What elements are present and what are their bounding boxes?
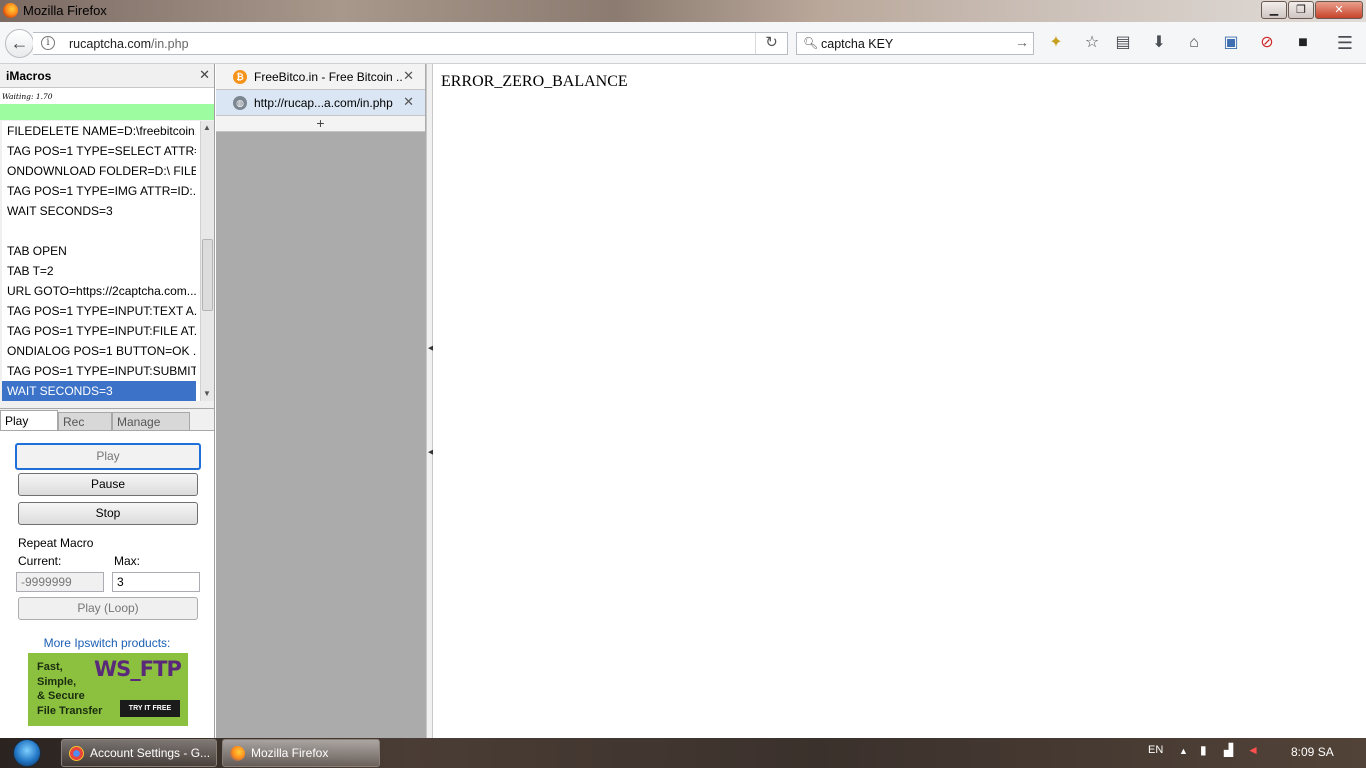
tab-play[interactable]: Play — [0, 410, 58, 431]
repeat-macro-label: Repeat Macro — [18, 536, 94, 550]
imacros-title: iMacros — [6, 69, 52, 83]
search-bar[interactable]: 🔍︎ captcha KEY → — [796, 32, 1034, 55]
url-text[interactable]: rucaptcha.com/in.php — [69, 37, 189, 51]
chrome-icon — [69, 746, 84, 761]
tab-freebitcoin[interactable]: ₿ FreeBitco.in - Free Bitcoin ... ✕ — [216, 64, 425, 90]
reading-list-icon[interactable]: ▤ — [1113, 33, 1133, 53]
maximize-button[interactable]: ❐ — [1288, 1, 1314, 19]
macro-line[interactable]: TAG POS=1 TYPE=IMG ATTR=ID:... — [2, 181, 196, 201]
tab-manage[interactable]: Manage — [112, 412, 190, 431]
ad-brand-logo: WS_FTP — [94, 657, 182, 681]
imacros-header: iMacros ✕ — [0, 64, 214, 88]
back-button[interactable]: ← — [5, 29, 34, 58]
volume-muted-icon[interactable]: ◄ — [1247, 743, 1259, 757]
window-title: Mozilla Firefox — [23, 3, 107, 18]
show-hidden-icons[interactable]: ▲ — [1179, 746, 1188, 756]
macro-line[interactable]: TAG POS=1 TYPE=INPUT:SUBMIT... — [2, 361, 196, 381]
tab-label: http://rucap...a.com/in.php — [254, 96, 393, 110]
home-icon[interactable]: ⌂ — [1184, 33, 1204, 53]
macro-line[interactable]: TAB T=2 — [2, 261, 196, 281]
imacros-sidebar: iMacros ✕ Waiting: 1.70 FILEDELETE NAME=… — [0, 64, 215, 738]
taskbar-chrome[interactable]: Account Settings - G... — [61, 739, 217, 767]
error-message: ERROR_ZERO_BALANCE — [441, 73, 628, 90]
bitcoin-icon: ₿ — [233, 70, 247, 84]
ad-tagline: Fast, Simple, & Secure File Transfer — [37, 661, 103, 717]
tab-rec[interactable]: Rec — [58, 412, 112, 431]
macro-line[interactable]: TAG POS=1 TYPE=INPUT:FILE AT... — [2, 321, 196, 341]
taskbar-firefox[interactable]: Mozilla Firefox — [222, 739, 380, 767]
macro-line[interactable] — [2, 221, 196, 241]
macro-code-list[interactable]: FILEDELETE NAME=D:\freebitcoin... TAG POS… — [2, 121, 200, 401]
tab-groups-icon[interactable]: ■ — [1293, 33, 1313, 53]
progress-bar — [0, 104, 214, 120]
close-tab-icon[interactable]: ✕ — [403, 68, 414, 84]
close-sidebar-icon[interactable]: ✕ — [199, 67, 210, 83]
taskbar-firefox-label: Mozilla Firefox — [251, 746, 329, 760]
menu-icon[interactable]: ☰ — [1335, 33, 1355, 53]
taskbar-chrome-label: Account Settings - G... — [90, 746, 211, 760]
title-bar: Mozilla Firefox ▁ ❐ ✕ — [0, 0, 1366, 22]
scroll-down-icon[interactable]: ▼ — [203, 389, 211, 398]
back-icon: ← — [10, 33, 29, 53]
pause-button[interactable]: Pause — [18, 473, 198, 496]
scroll-thumb[interactable] — [202, 239, 213, 311]
macro-scrollbar[interactable]: ▲ ▼ — [200, 121, 214, 401]
minimize-button[interactable]: ▁ — [1261, 1, 1287, 19]
url-path: /in.php — [150, 37, 189, 51]
macro-line[interactable]: WAIT SECONDS=3 — [2, 381, 196, 401]
download-icon[interactable]: ⬇ — [1149, 33, 1169, 53]
ws-ftp-ad-banner[interactable]: Fast, Simple, & Secure File Transfer WS_… — [28, 653, 188, 726]
go-icon[interactable]: → — [1015, 34, 1029, 50]
info-icon[interactable]: i — [41, 36, 55, 50]
windows-logo-icon — [13, 739, 41, 767]
macro-line[interactable]: URL GOTO=https://2captcha.com... — [2, 281, 196, 301]
navigation-toolbar: ← i rucaptcha.com/in.php ↻ 🔍︎ captcha KE… — [0, 22, 1366, 64]
close-tab-icon[interactable]: ✕ — [403, 94, 414, 110]
tab-sidebar: ₿ FreeBitco.in - Free Bitcoin ... ✕ ◍ ht… — [216, 64, 426, 738]
blocked-icon[interactable]: ⊘ — [1257, 33, 1277, 53]
more-products-link[interactable]: More Ipswitch products: — [0, 636, 214, 650]
try-it-free-button[interactable]: TRY IT FREE — [120, 700, 180, 717]
url-host: rucaptcha.com — [69, 37, 151, 51]
screenshot-icon[interactable]: ▣ — [1221, 33, 1241, 53]
macro-line[interactable]: ONDOWNLOAD FOLDER=D:\ FILE... — [2, 161, 196, 181]
play-button[interactable]: Play — [15, 443, 201, 470]
tab-label: FreeBitco.in - Free Bitcoin ... — [254, 70, 402, 84]
play-loop-button[interactable]: Play (Loop) — [18, 597, 198, 620]
macro-line[interactable]: TAB OPEN — [2, 241, 196, 261]
network-icon[interactable]: ▟ — [1224, 743, 1233, 757]
close-button[interactable]: ✕ — [1315, 1, 1363, 19]
waiting-status: Waiting: 1.70 — [0, 88, 214, 104]
windows-taskbar: Account Settings - G... Mozilla Firefox … — [0, 738, 1366, 768]
stop-button[interactable]: Stop — [18, 502, 198, 525]
page-content: ERROR_ZERO_BALANCE — [433, 64, 1366, 738]
imacros-tabs: Play Rec Manage — [0, 408, 215, 431]
macro-line[interactable]: FILEDELETE NAME=D:\freebitcoin... — [2, 121, 196, 141]
firefox-logo-icon — [3, 3, 18, 18]
new-tab-button[interactable]: + — [216, 116, 425, 132]
current-label: Current: — [18, 554, 62, 568]
url-bar[interactable]: i rucaptcha.com/in.php ↻ — [33, 32, 788, 55]
clock[interactable]: 8:09 SA — [1291, 745, 1334, 759]
device-icon[interactable]: ▮ — [1200, 743, 1207, 757]
macro-line[interactable]: TAG POS=1 TYPE=INPUT:TEXT A... — [2, 301, 196, 321]
tab-rucaptcha[interactable]: ◍ http://rucap...a.com/in.php ✕ — [216, 90, 425, 116]
extension-icon[interactable]: ✦ — [1046, 33, 1066, 53]
search-icon: 🔍︎ — [803, 36, 819, 50]
globe-icon: ◍ — [233, 96, 247, 110]
macro-line[interactable]: TAG POS=1 TYPE=SELECT ATTR=... — [2, 141, 196, 161]
scroll-up-icon[interactable]: ▲ — [203, 123, 211, 132]
sidebar-splitter[interactable]: ◀ ◀ — [426, 64, 433, 738]
reload-icon[interactable]: ↻ — [755, 33, 787, 54]
macro-line[interactable]: WAIT SECONDS=3 — [2, 201, 196, 221]
max-field[interactable]: 3 — [112, 572, 200, 592]
start-button[interactable] — [8, 738, 48, 768]
search-input[interactable]: captcha KEY — [821, 37, 893, 51]
firefox-icon — [230, 746, 245, 761]
language-indicator[interactable]: EN — [1148, 744, 1163, 756]
current-field: -9999999 — [16, 572, 104, 592]
macro-line[interactable]: ONDIALOG POS=1 BUTTON=OK ... — [2, 341, 196, 361]
max-label: Max: — [114, 554, 141, 568]
bookmark-star-icon[interactable]: ☆ — [1082, 33, 1102, 53]
